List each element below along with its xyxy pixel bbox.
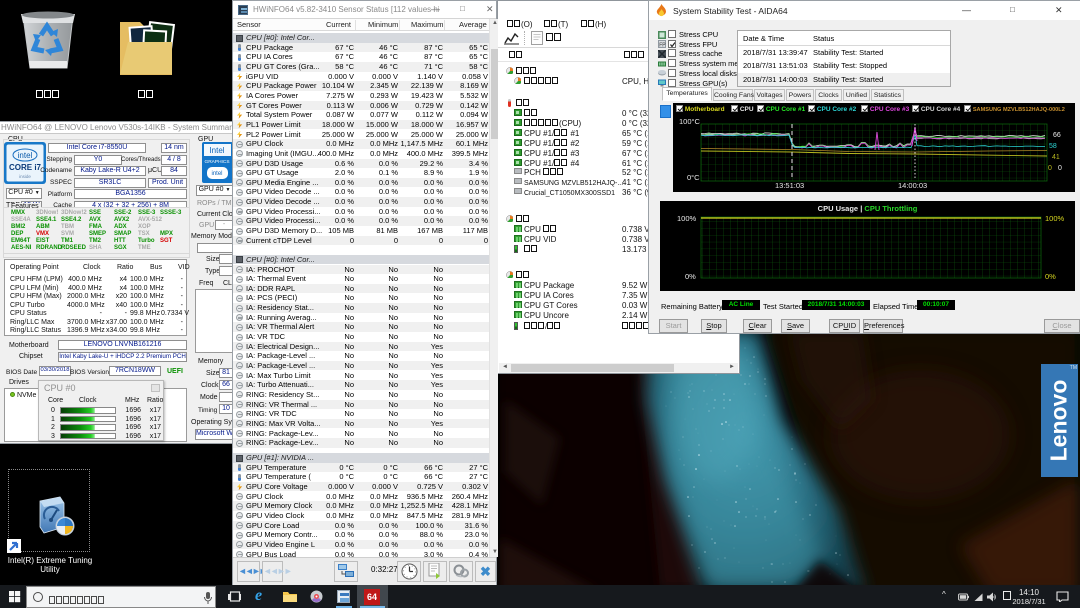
svg-text:intel: intel: [211, 171, 222, 177]
svg-text:GRAPHICS: GRAPHICS: [204, 159, 229, 165]
svg-text:Intel: Intel: [209, 146, 224, 155]
svg-text:FP: FP: [659, 43, 666, 49]
